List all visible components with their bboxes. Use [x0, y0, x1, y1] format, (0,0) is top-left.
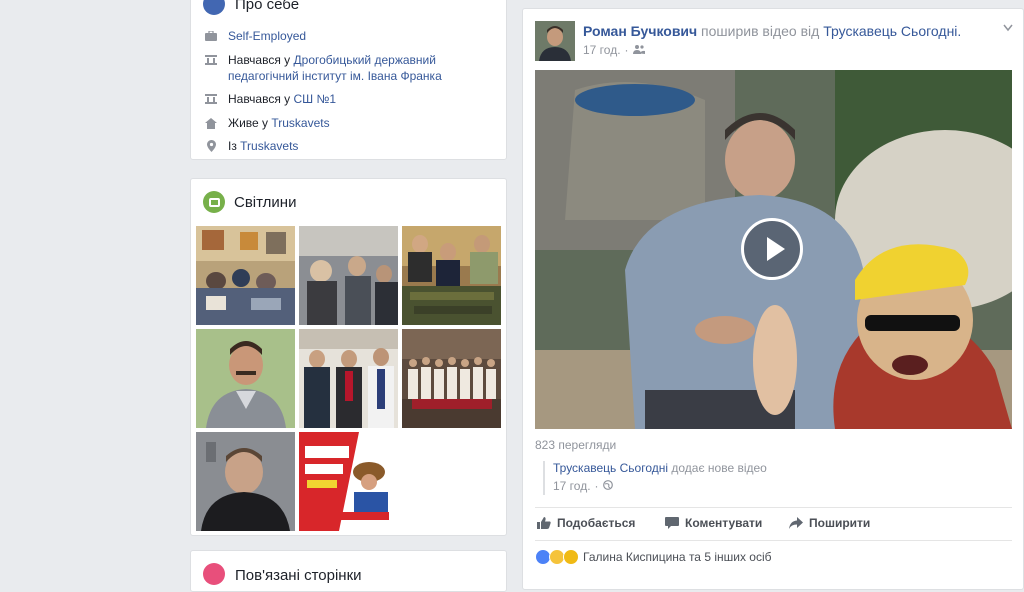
- photos-header[interactable]: Світлини: [203, 191, 296, 213]
- thumbs-up-icon: [537, 517, 551, 529]
- video-player[interactable]: [535, 70, 1012, 429]
- photos-icon: [203, 191, 225, 213]
- intro-title: Про себе: [235, 0, 300, 13]
- intro-row-lives: Живе у Truskavets: [204, 115, 494, 131]
- photos-card: Світлини: [190, 178, 507, 536]
- author-link[interactable]: Роман Бучкович: [583, 23, 697, 39]
- related-title[interactable]: Пов'язані сторінки: [235, 567, 362, 584]
- photo-thumbnail[interactable]: [402, 226, 501, 325]
- avatar[interactable]: [535, 21, 575, 61]
- photo-thumbnail[interactable]: [299, 432, 398, 531]
- globe-icon: [602, 479, 613, 493]
- work-link[interactable]: Self-Employed: [228, 29, 306, 43]
- current-city-link[interactable]: Truskavets: [271, 116, 329, 130]
- photo-thumbnail[interactable]: [299, 226, 398, 325]
- hometown-link[interactable]: Truskavets: [240, 139, 298, 153]
- reactions-summary[interactable]: Галина Киспицина та 5 інших осіб: [535, 549, 772, 565]
- intro-row-from: Із Truskavets: [204, 138, 494, 154]
- intro-row-work: Self-Employed: [204, 28, 494, 44]
- like-button[interactable]: Подобається: [537, 516, 635, 530]
- play-button[interactable]: [741, 218, 803, 280]
- intro-row-education-1: Навчався у Дрогобицький державний педаго…: [204, 52, 494, 84]
- share-button[interactable]: Поширити: [789, 516, 870, 530]
- high-school-link[interactable]: СШ №1: [294, 92, 337, 106]
- photo-thumbnail[interactable]: [196, 226, 295, 325]
- friends-audience-icon[interactable]: [632, 43, 645, 57]
- education-icon: [204, 92, 218, 106]
- view-count: 823 перегляди: [535, 438, 617, 452]
- post-card: Роман Бучкович поширив відео від Трускав…: [522, 8, 1024, 590]
- post-header: Роман Бучкович поширив відео від Трускав…: [583, 23, 962, 39]
- photo-thumbnail[interactable]: [402, 329, 501, 428]
- source-page-link[interactable]: Трускавець Сьогодні.: [823, 23, 961, 39]
- intro-row-education-2: Навчався у СШ №1: [204, 91, 494, 107]
- briefcase-icon: [204, 29, 218, 43]
- share-icon: [789, 517, 803, 529]
- photo-thumbnail[interactable]: [299, 329, 398, 428]
- wow-reaction-icon: [563, 549, 579, 565]
- shared-time[interactable]: 17 год.: [553, 479, 591, 493]
- photo-thumbnail[interactable]: [196, 432, 295, 531]
- intro-icon: [203, 0, 225, 15]
- related-card: Пов'язані сторінки: [190, 550, 507, 592]
- chevron-down-icon[interactable]: [1003, 21, 1013, 32]
- photos-title[interactable]: Світлини: [234, 194, 296, 211]
- post-time[interactable]: 17 год.: [583, 43, 621, 57]
- shared-attribution: Трускавець Сьогодні додає нове відео 17 …: [543, 461, 767, 495]
- comment-button[interactable]: Коментувати: [665, 516, 762, 530]
- reactions-text[interactable]: Галина Киспицина та 5 інших осіб: [583, 550, 772, 564]
- education-icon: [204, 53, 218, 67]
- post-actions: Подобається Коментувати Поширити: [535, 507, 1012, 541]
- related-icon: [203, 563, 225, 585]
- intro-card: Про себе Self-Employed Навчався у Дрогоб…: [190, 0, 507, 160]
- comment-icon: [665, 517, 679, 529]
- photo-thumbnail[interactable]: [196, 329, 295, 428]
- shared-source-link[interactable]: Трускавець Сьогодні: [553, 461, 668, 475]
- post-meta: 17 год. ·: [583, 43, 645, 57]
- home-icon: [204, 116, 218, 130]
- location-pin-icon: [204, 139, 218, 153]
- intro-header: Про себе: [203, 0, 299, 15]
